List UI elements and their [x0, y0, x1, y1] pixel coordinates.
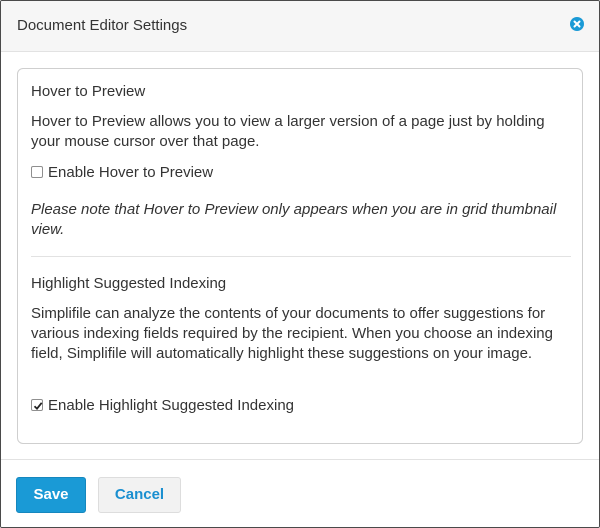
document-editor-settings-dialog: Document Editor Settings Hover to Previe… — [0, 0, 600, 528]
hover-preview-checkbox[interactable] — [31, 166, 43, 178]
hover-preview-note: Please note that Hover to Preview only a… — [31, 201, 557, 238]
highlight-indexing-description: Simplifile can analyze the contents of y… — [31, 305, 553, 362]
hover-preview-heading: Hover to Preview — [31, 83, 146, 100]
dialog-header: Document Editor Settings — [1, 1, 599, 52]
dialog-title: Document Editor Settings — [17, 17, 188, 34]
cancel-button[interactable]: Cancel — [98, 477, 181, 513]
highlight-indexing-checkbox[interactable] — [31, 399, 43, 411]
hover-preview-checkbox-label[interactable]: Enable Hover to Preview — [48, 163, 213, 183]
highlight-indexing-heading: Highlight Suggested Indexing — [31, 275, 227, 292]
hover-preview-description: Hover to Preview allows you to view a la… — [31, 113, 545, 150]
section-divider — [31, 256, 571, 257]
highlight-indexing-checkbox-label[interactable]: Enable Highlight Suggested Indexing — [48, 396, 294, 416]
dialog-footer: Save Cancel — [1, 459, 599, 527]
close-circle-icon[interactable] — [570, 17, 584, 31]
checkmark-icon — [33, 402, 43, 411]
settings-panel: Hover to Preview Hover to Preview allows… — [17, 68, 583, 444]
save-button[interactable]: Save — [16, 477, 86, 513]
